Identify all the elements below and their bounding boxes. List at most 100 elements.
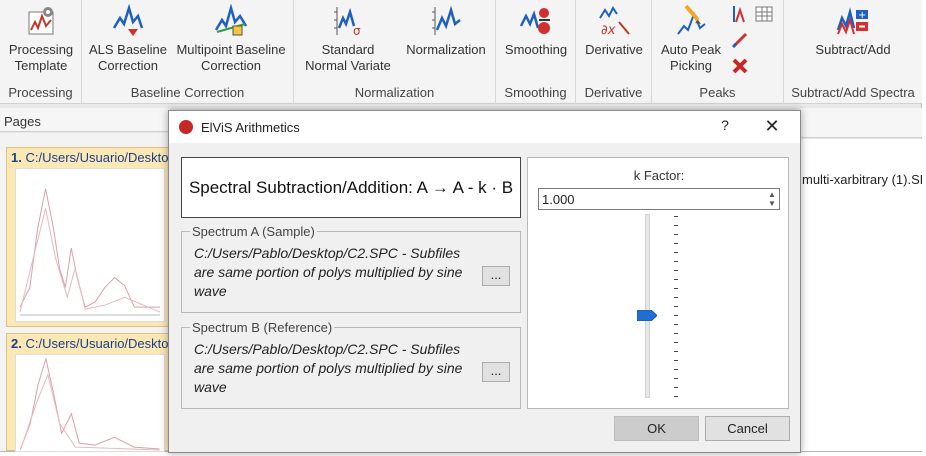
processing-template-button[interactable]: Processing Template bbox=[4, 2, 78, 74]
dialog-title: ElViS Arithmetics bbox=[201, 120, 300, 135]
k-factor-spinner-icon[interactable]: ▲ ▼ bbox=[766, 190, 778, 208]
slider-tick bbox=[674, 351, 678, 352]
slider-tick bbox=[674, 279, 678, 280]
snv-label: Standard Normal Variate bbox=[305, 42, 391, 73]
spectrum-b-browse-button[interactable]: ... bbox=[482, 362, 510, 382]
slider-tick bbox=[674, 243, 678, 244]
pages-panel: 1. C:/Users/Usuario/Desktop 2. C:/Users/… bbox=[0, 133, 171, 452]
multipoint-baseline-label: Multipoint Baseline Correction bbox=[176, 42, 286, 73]
delete-peaks-icon[interactable] bbox=[730, 56, 750, 76]
page-thumbnail-1 bbox=[15, 168, 165, 322]
multipoint-baseline-button[interactable]: Multipoint Baseline Correction bbox=[174, 2, 288, 74]
normalization-icon bbox=[432, 5, 461, 35]
smoothing-button[interactable]: Smoothing bbox=[500, 2, 572, 58]
k-factor-slider-thumb[interactable] bbox=[637, 310, 657, 321]
slider-tick bbox=[674, 360, 678, 361]
dialog-titlebar: ElViS Arithmetics ? ✕ bbox=[169, 111, 800, 143]
auto-peak-picking-button[interactable]: Auto Peak Picking bbox=[656, 2, 726, 74]
svg-text:∂x: ∂x bbox=[601, 23, 616, 38]
slider-tick bbox=[674, 216, 678, 217]
slider-tick bbox=[674, 369, 678, 370]
spectrum-b-group: Spectrum B (Reference) C:/Users/Pablo/De… bbox=[181, 320, 521, 409]
slider-tick bbox=[674, 342, 678, 343]
als-baseline-icon bbox=[112, 4, 144, 36]
spectrum-a-browse-button[interactable]: ... bbox=[482, 266, 510, 286]
slider-tick bbox=[674, 387, 678, 388]
derivative-icon: ∂x bbox=[599, 6, 630, 38]
k-factor-panel: k Factor: 1.000 ▲ ▼ bbox=[527, 157, 789, 409]
peak-edit-icon[interactable] bbox=[730, 30, 750, 50]
peak-picking-icon bbox=[677, 4, 706, 35]
document-tab-strip bbox=[800, 108, 922, 138]
ribbon-group-subtract-add: + Subtract/Add Subtract/Add Spectra bbox=[784, 0, 922, 104]
ribbon-group-title: Baseline Correction bbox=[130, 85, 245, 100]
normalization-button[interactable]: Normalization bbox=[400, 2, 492, 58]
page-index: 1. bbox=[11, 150, 22, 165]
page-card-2[interactable]: 2. C:/Users/Usuario/Desktop bbox=[6, 333, 171, 452]
k-factor-slider-track[interactable] bbox=[645, 214, 650, 398]
slider-tick bbox=[674, 396, 678, 397]
help-button[interactable]: ? bbox=[717, 117, 733, 137]
peak-table-icon[interactable] bbox=[754, 4, 774, 24]
spectrum-a-path: C:/Users/Pablo/Desktop/C2.SPC - Subfiles… bbox=[194, 245, 463, 299]
snv-icon: σ bbox=[334, 7, 361, 38]
svg-text:+: + bbox=[858, 10, 866, 21]
ribbon-group-baseline: ALS Baseline Correction Multipoint Basel… bbox=[82, 0, 294, 104]
auto-peak-picking-label: Auto Peak Picking bbox=[661, 42, 721, 73]
slider-tick bbox=[674, 378, 678, 379]
ribbon-group-title: Normalization bbox=[354, 85, 435, 100]
page-thumbnail-2 bbox=[15, 354, 165, 452]
slider-tick bbox=[674, 261, 678, 262]
k-factor-label: k Factor: bbox=[633, 168, 685, 183]
spectrum-a-group: Spectrum A (Sample) C:/Users/Pablo/Deskt… bbox=[181, 224, 521, 313]
ribbon-group-title: Subtract/Add Spectra bbox=[791, 85, 915, 100]
als-baseline-label: ALS Baseline Correction bbox=[88, 42, 168, 73]
slider-tick bbox=[674, 252, 678, 253]
slider-tick bbox=[674, 297, 678, 298]
page-card-title: 1. C:/Users/Usuario/Desktop bbox=[11, 150, 171, 165]
ribbon-group-smoothing: Smoothing Smoothing bbox=[496, 0, 576, 104]
ribbon-group-derivative: ∂x Derivative Derivative bbox=[576, 0, 652, 104]
subtract-add-button[interactable]: + Subtract/Add bbox=[804, 2, 902, 58]
als-baseline-button[interactable]: ALS Baseline Correction bbox=[88, 2, 168, 74]
slider-tick bbox=[674, 234, 678, 235]
ribbon-group-normalization: σ Standard Normal Variate Normalization … bbox=[294, 0, 496, 104]
processing-template-label: Processing Template bbox=[8, 42, 74, 73]
derivative-button[interactable]: ∂x Derivative bbox=[580, 2, 648, 58]
derivative-label: Derivative bbox=[585, 42, 643, 57]
file-label[interactable]: multi-xarbitrary (1).SPC bbox=[802, 172, 922, 187]
elvis-logo-icon bbox=[179, 120, 193, 134]
k-factor-value: 1.000 bbox=[542, 192, 575, 207]
page-path: C:/Users/Usuario/Desktop bbox=[25, 336, 171, 351]
k-factor-input[interactable]: 1.000 ▲ ▼ bbox=[538, 188, 780, 210]
standard-normal-variate-button[interactable]: σ Standard Normal Variate bbox=[300, 2, 396, 74]
application-window: Processing Template Processing ALS Basel… bbox=[0, 0, 922, 453]
slider-tick bbox=[674, 315, 678, 316]
spectrum-b-path: C:/Users/Pablo/Desktop/C2.SPC - Subfiles… bbox=[194, 341, 463, 395]
formula-box: Spectral Subtraction/Addition: A → A - k… bbox=[181, 157, 521, 218]
page-card-1[interactable]: 1. C:/Users/Usuario/Desktop bbox=[6, 147, 171, 327]
spectrum-a-legend: Spectrum A (Sample) bbox=[190, 224, 317, 239]
processing-template-icon bbox=[28, 7, 54, 35]
arithmetics-dialog: ElViS Arithmetics ? ✕ Spectral Subtracti… bbox=[168, 110, 801, 453]
multipoint-baseline-icon bbox=[214, 4, 248, 36]
pages-panel-header: Pages bbox=[0, 108, 170, 132]
ribbon-group-peaks: Auto Peak Picking Peaks bbox=[652, 0, 784, 104]
page-path: C:/Users/Usuario/Desktop bbox=[25, 150, 171, 165]
slider-tick bbox=[674, 306, 678, 307]
slider-tick bbox=[674, 225, 678, 226]
normalization-label: Normalization bbox=[406, 42, 486, 57]
ok-button[interactable]: OK bbox=[614, 416, 699, 441]
spectrum-b-legend: Spectrum B (Reference) bbox=[190, 320, 335, 335]
smoothing-label: Smoothing bbox=[504, 42, 568, 57]
slider-tick bbox=[674, 333, 678, 334]
slider-tick bbox=[674, 270, 678, 271]
slider-tick bbox=[674, 288, 678, 289]
subtract-add-label: Subtract/Add bbox=[815, 42, 891, 57]
subtract-add-icon: + bbox=[836, 7, 868, 35]
peak-markers-icon[interactable] bbox=[730, 4, 750, 24]
close-button[interactable]: ✕ bbox=[761, 115, 783, 137]
ribbon: Processing Template Processing ALS Basel… bbox=[0, 0, 922, 104]
page-index: 2. bbox=[11, 336, 22, 351]
cancel-button[interactable]: Cancel bbox=[705, 416, 790, 441]
